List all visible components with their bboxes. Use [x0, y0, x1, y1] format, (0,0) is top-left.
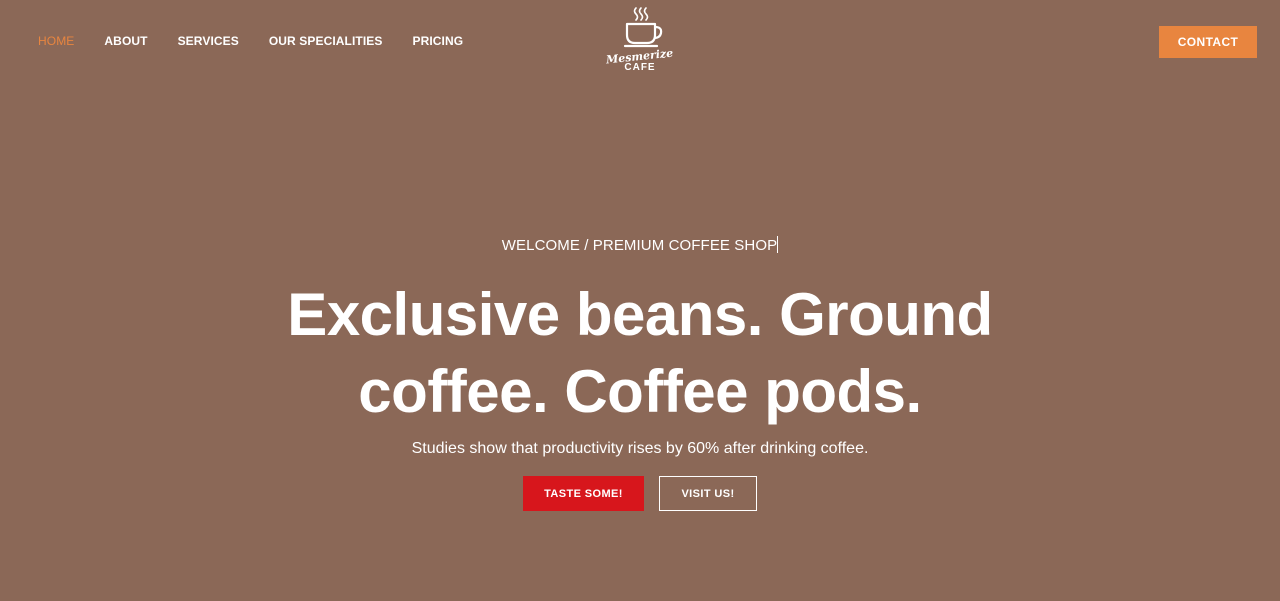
- nav-item-pricing[interactable]: PRICING: [412, 34, 463, 48]
- nav-item-home[interactable]: HOME: [38, 34, 74, 48]
- site-logo[interactable]: Mesmerize CAFE: [604, 6, 676, 82]
- hero-subtitle: WELCOME / PREMIUM COFFEE SHOP: [0, 236, 1280, 255]
- nav-item-our-specialities[interactable]: OUR SPECIALITIES: [269, 34, 383, 48]
- hero-description: Studies show that productivity rises by …: [411, 440, 869, 457]
- logo-script-text: Mesmerize: [605, 46, 675, 67]
- text-caret: [777, 236, 779, 253]
- coffee-cup-icon: [623, 7, 663, 48]
- visit-us-button[interactable]: VISIT US!: [659, 476, 757, 511]
- nav-item-about[interactable]: ABOUT: [104, 34, 147, 48]
- hero-subtitle-text: WELCOME / PREMIUM COFFEE SHOP: [501, 237, 778, 254]
- hero-title-line-1: Exclusive beans. Ground: [287, 281, 993, 348]
- nav-item-services[interactable]: SERVICES: [178, 34, 239, 48]
- main-nav: HOME ABOUT SERVICES OUR SPECIALITIES PRI…: [38, 34, 463, 48]
- hero-title: Exclusive beans. Ground coffee. Coffee p…: [200, 276, 1080, 430]
- page: HOME ABOUT SERVICES OUR SPECIALITIES PRI…: [0, 0, 1280, 601]
- contact-button[interactable]: CONTACT: [1159, 26, 1257, 58]
- hero-title-line-2: coffee. Coffee pods.: [358, 358, 922, 425]
- taste-some-button[interactable]: TASTE SOME!: [523, 476, 644, 511]
